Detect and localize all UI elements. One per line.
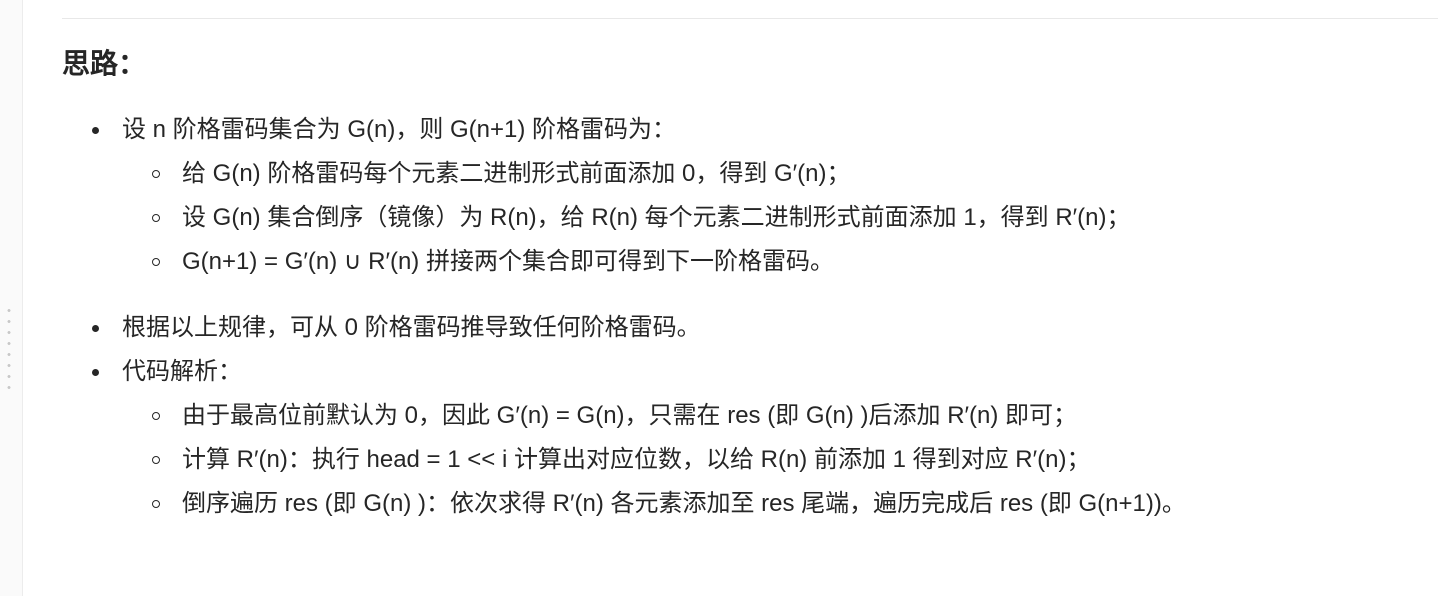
sub-list-item: 给 G(n) 阶格雷码每个元素二进制形式前面添加 0，得到 G′(n)； — [122, 152, 1432, 196]
sub-list-item: 计算 R′(n)：执行 head = 1 << i 计算出对应位数，以给 R(n… — [122, 438, 1432, 482]
sub-list-item: 由于最高位前默认为 0，因此 G′(n) = G(n)，只需在 res (即 G… — [122, 394, 1432, 438]
left-gutter — [0, 0, 23, 596]
sub-list-item: 倒序遍历 res (即 G(n) )：依次求得 R′(n) 各元素添加至 res… — [122, 482, 1432, 526]
sub-list: 给 G(n) 阶格雷码每个元素二进制形式前面添加 0，得到 G′(n)； 设 G… — [122, 152, 1432, 284]
sub-list: 由于最高位前默认为 0，因此 G′(n) = G(n)，只需在 res (即 G… — [122, 394, 1432, 526]
divider — [62, 18, 1438, 19]
drag-handle-icon[interactable] — [7, 305, 11, 395]
section-heading: 思路： — [62, 48, 147, 79]
list-item: 根据以上规律，可从 0 阶格雷码推导致任何阶格雷码。 — [62, 306, 1432, 350]
sub-list-item: 设 G(n) 集合倒序（镜像）为 R(n)，给 R(n) 每个元素二进制形式前面… — [122, 196, 1432, 240]
list-item: 设 n 阶格雷码集合为 G(n)，则 G(n+1) 阶格雷码为： 给 G(n) … — [62, 108, 1432, 284]
list-item-text: 根据以上规律，可从 0 阶格雷码推导致任何阶格雷码。 — [122, 314, 701, 341]
list-item-text: 设 n 阶格雷码集合为 G(n)，则 G(n+1) 阶格雷码为： — [122, 116, 677, 143]
idea-list: 设 n 阶格雷码集合为 G(n)，则 G(n+1) 阶格雷码为： 给 G(n) … — [62, 108, 1432, 526]
list-item: 代码解析： 由于最高位前默认为 0，因此 G′(n) = G(n)，只需在 re… — [62, 350, 1432, 526]
sub-list-item: G(n+1) = G′(n) ∪ R′(n) 拼接两个集合即可得到下一阶格雷码。 — [122, 240, 1432, 284]
list-item-text: 代码解析： — [122, 358, 242, 385]
